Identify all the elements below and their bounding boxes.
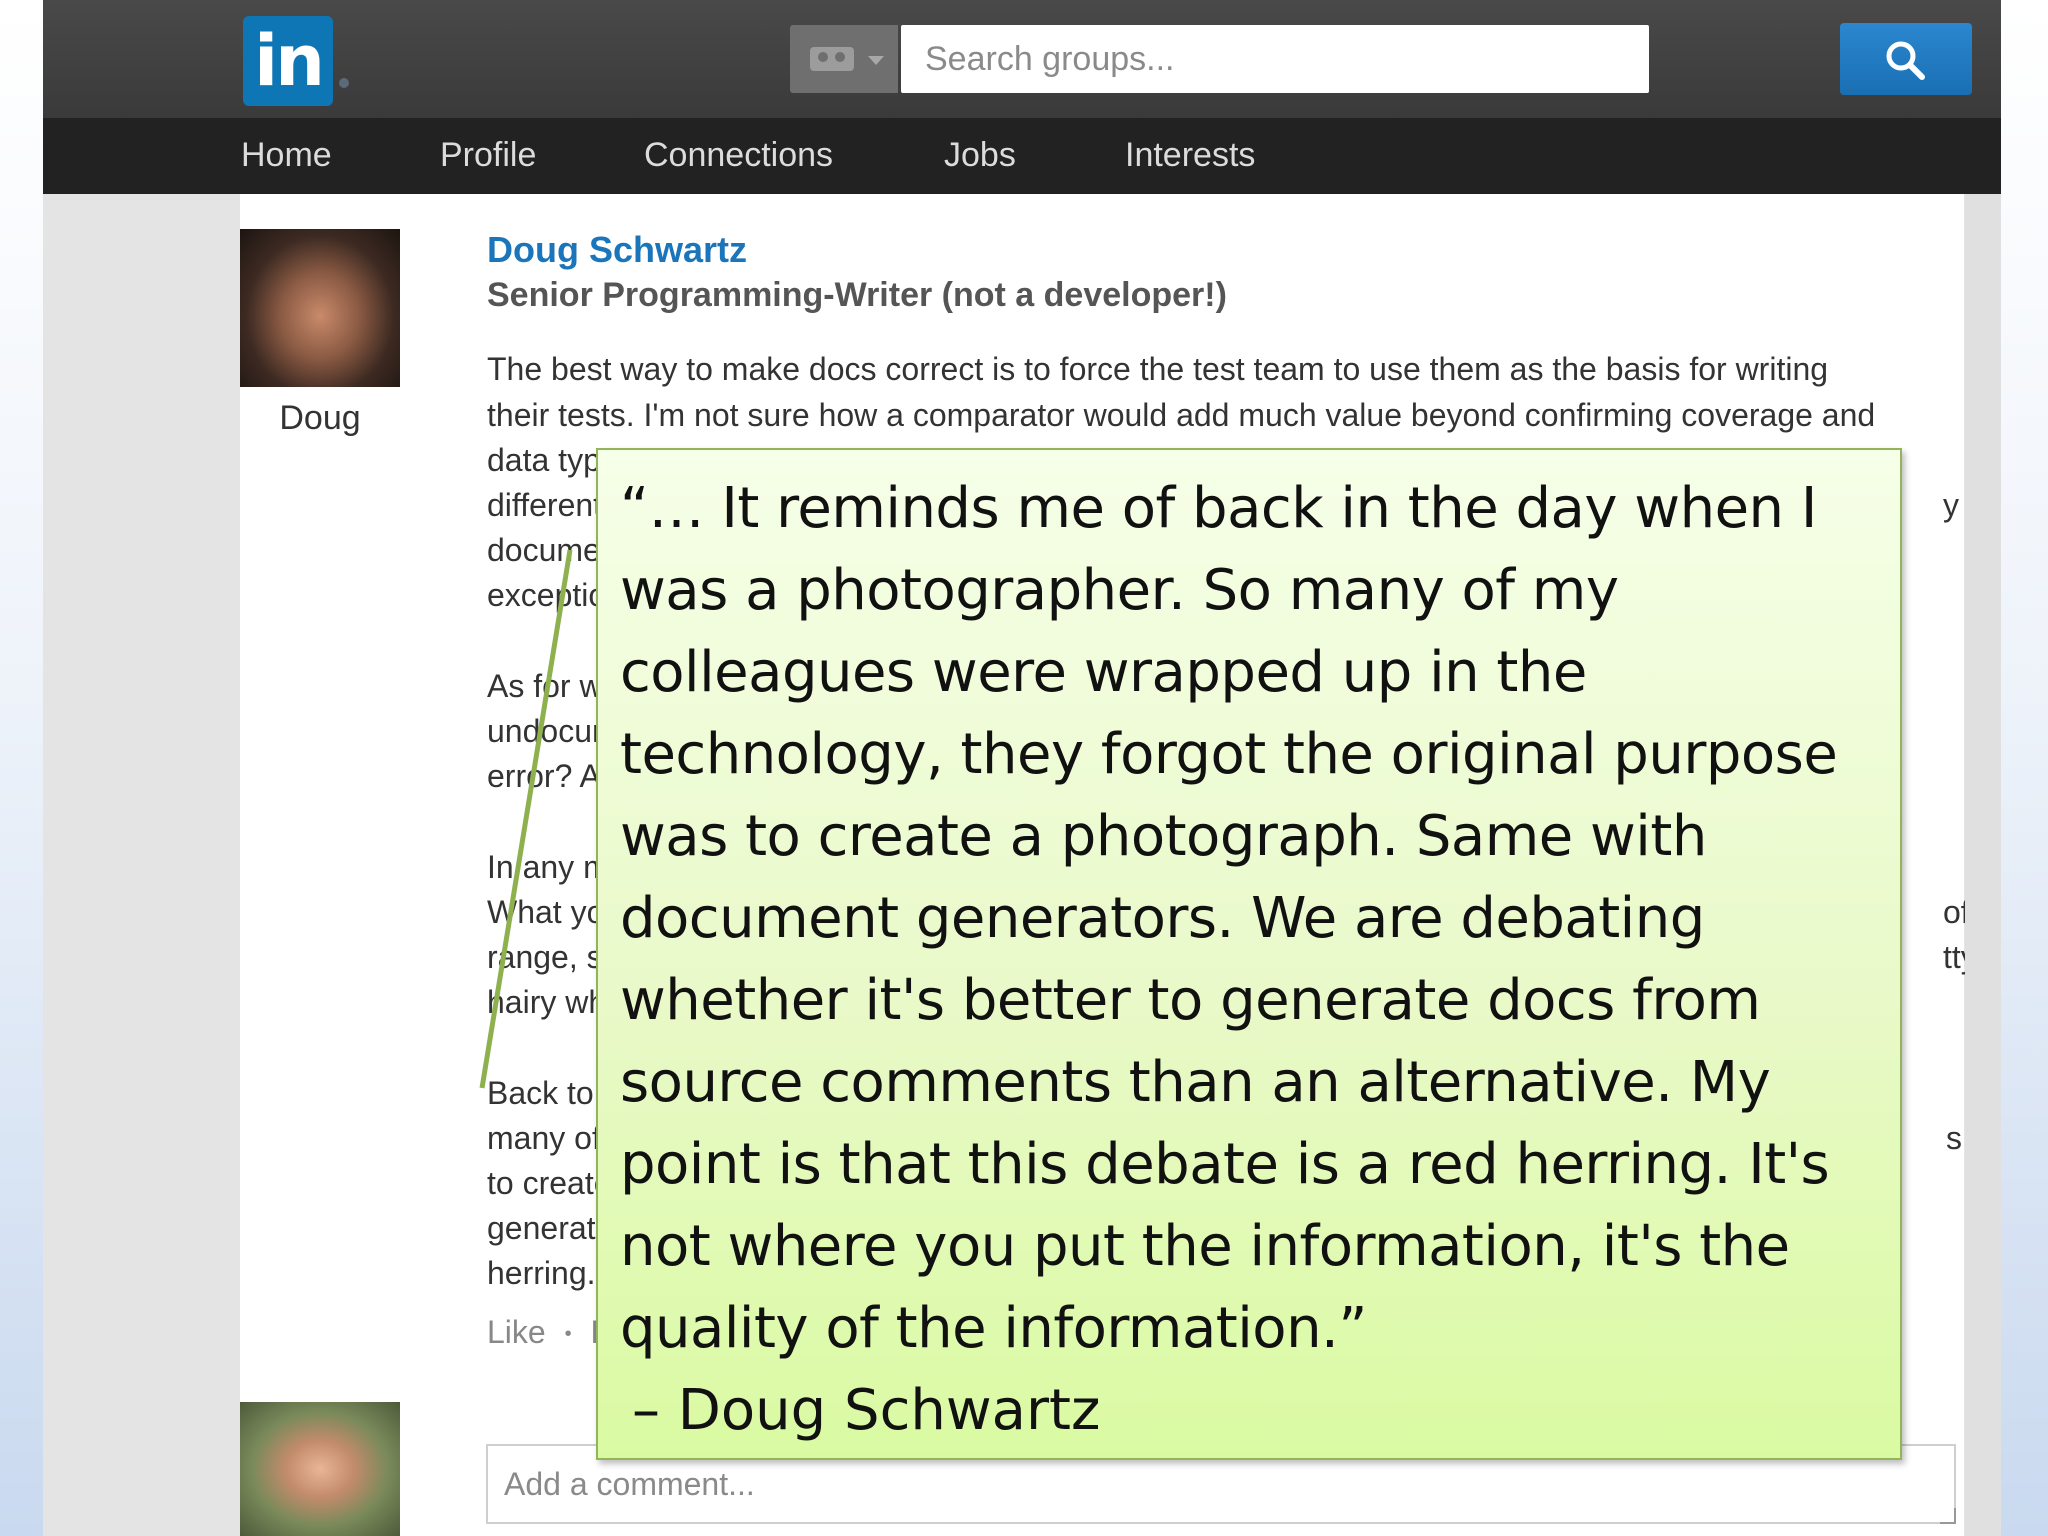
like-link[interactable]: Like xyxy=(487,1314,546,1350)
groups-icon xyxy=(810,47,854,71)
nav-home[interactable]: Home xyxy=(241,136,332,175)
resize-handle-icon[interactable] xyxy=(1940,1508,1956,1524)
post-text-fragment: y xyxy=(1943,487,1959,523)
nav-connections[interactable]: Connections xyxy=(644,136,833,175)
nav-interests[interactable]: Interests xyxy=(1125,136,1255,175)
quote-text: “… It reminds me of back in the day when… xyxy=(620,476,1838,1361)
author-avatar[interactable] xyxy=(240,229,400,387)
search-button[interactable] xyxy=(1840,23,1972,95)
linkedin-logo[interactable]: in xyxy=(243,16,333,106)
search-scope-dropdown[interactable] xyxy=(790,25,898,93)
main-nav: Home Profile Connections Jobs Interests xyxy=(43,118,2001,194)
page-scrollbar[interactable] xyxy=(1965,194,2001,1536)
author-name[interactable]: Doug Schwartz xyxy=(487,229,747,271)
commenter-avatar[interactable] xyxy=(240,1402,400,1536)
avatar-label: Doug xyxy=(279,399,361,437)
quote-callout: “… It reminds me of back in the day when… xyxy=(596,448,1902,1460)
chevron-down-icon xyxy=(868,56,884,65)
post-text-fragment: s xyxy=(1946,1120,1962,1156)
post-text-line: their tests. I'm not sure how a comparat… xyxy=(487,397,1876,433)
post-text-line: The best way to make docs correct is to … xyxy=(487,351,1829,387)
nav-jobs[interactable]: Jobs xyxy=(944,136,1016,175)
author-headline: Senior Programming-Writer (not a develop… xyxy=(487,276,1227,314)
search-input[interactable] xyxy=(901,25,1649,93)
nav-profile[interactable]: Profile xyxy=(440,136,536,175)
logo-dot xyxy=(339,78,349,88)
top-bar: in xyxy=(43,0,2001,118)
action-separator: • xyxy=(564,1323,572,1346)
quote-attribution: – Doug Schwartz xyxy=(632,1378,1101,1443)
search-icon xyxy=(1886,41,1925,80)
